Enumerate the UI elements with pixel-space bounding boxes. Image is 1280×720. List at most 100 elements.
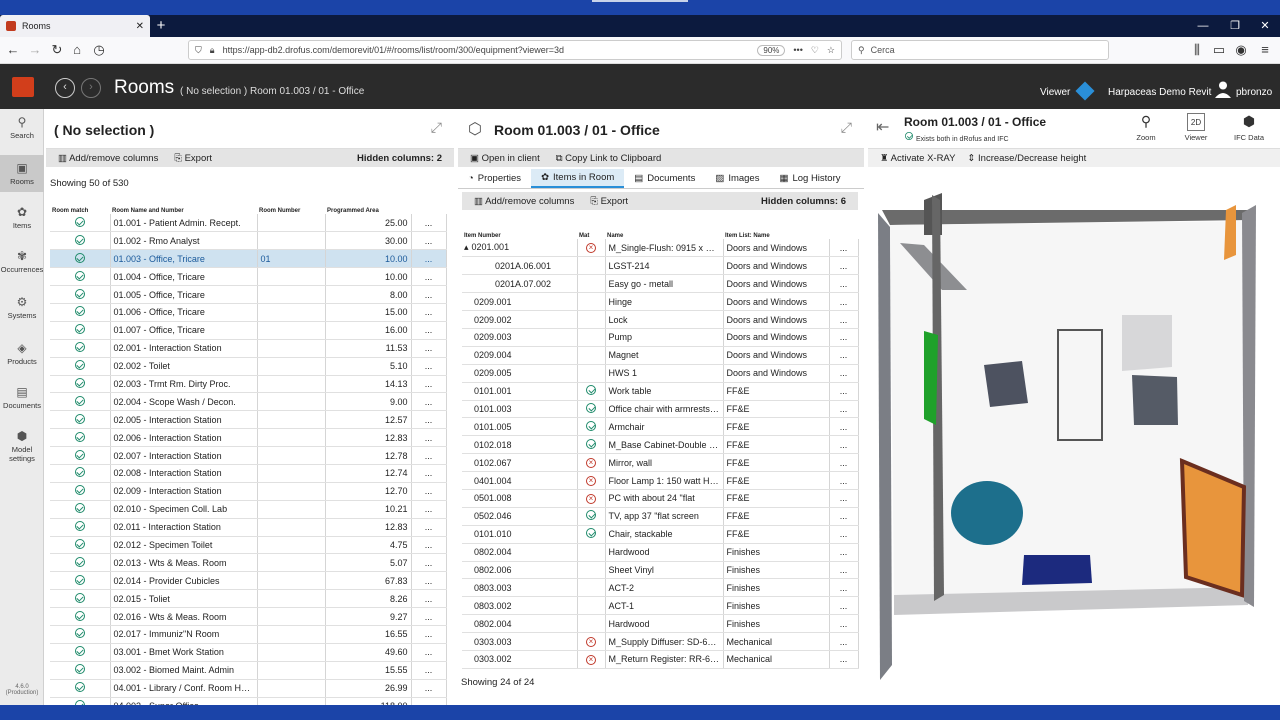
table-row[interactable]: 0209.005 HWS 1 Doors and Windows... xyxy=(462,364,859,383)
item-number-cell[interactable]: 0209.005 xyxy=(462,364,578,383)
table-row[interactable]: 01.002 - Rmo Analyst 30.00... xyxy=(50,231,447,251)
table-row[interactable]: 0802.006 Sheet Vinyl Finishes... xyxy=(462,561,859,580)
viewer-label[interactable]: Viewer xyxy=(1040,87,1070,98)
sidebar-item-occurrences[interactable]: ✾ Occurrences xyxy=(0,249,44,274)
row-more-button[interactable]: ... xyxy=(411,553,447,573)
table-row[interactable]: 04.002 - Super Office 118.00... xyxy=(50,697,447,705)
room-number-cell[interactable] xyxy=(257,625,326,644)
sidebar-item-items[interactable]: ✿ Items xyxy=(0,205,44,230)
row-more-button[interactable]: ... xyxy=(411,571,447,591)
item-name-cell[interactable]: Floor Lamp 1: 150 watt Hal... xyxy=(605,471,724,490)
programmed-area-cell[interactable]: 30.00 xyxy=(325,231,412,251)
item-list-cell[interactable]: Doors and Windows xyxy=(723,310,830,329)
row-more-button[interactable]: ... xyxy=(829,453,859,473)
item-name-cell[interactable]: M_Supply Diffuser: SD-600... xyxy=(605,632,724,651)
row-more-button[interactable]: ... xyxy=(411,589,447,609)
account-icon[interactable]: ◉ xyxy=(1232,41,1250,59)
room-number-cell[interactable] xyxy=(257,231,326,251)
item-name-cell[interactable]: Hardwood xyxy=(605,543,724,562)
room-name-cell[interactable]: 02.015 - Toliet xyxy=(110,589,258,609)
room-name-cell[interactable]: 01.004 - Office, Tricare xyxy=(110,267,258,287)
item-number-cell[interactable]: 0802.004 xyxy=(462,543,578,562)
maximize-icon[interactable]: ❐ xyxy=(1218,15,1252,37)
row-more-button[interactable]: ... xyxy=(411,267,447,287)
row-more-button[interactable]: ... xyxy=(829,543,859,562)
item-list-cell[interactable]: Doors and Windows xyxy=(723,364,830,383)
room-number-cell[interactable] xyxy=(257,482,326,501)
item-name-cell[interactable]: LGST-214 xyxy=(605,256,724,276)
row-more-button[interactable]: ... xyxy=(411,536,447,555)
browser-tab[interactable]: Rooms ✕ xyxy=(0,15,150,37)
item-list-cell[interactable]: FF&E xyxy=(723,382,830,401)
add-remove-columns-button[interactable]: ▥ Add/remove columns xyxy=(58,153,158,164)
open-in-client-button[interactable]: ▣ Open in client xyxy=(470,153,540,164)
programmed-area-cell[interactable]: 16.55 xyxy=(325,625,412,644)
table-row[interactable]: 0209.004 Magnet Doors and Windows... xyxy=(462,346,859,365)
table-row[interactable]: 01.004 - Office, Tricare 10.00... xyxy=(50,267,447,287)
room-name-cell[interactable]: 01.003 - Office, Tricare xyxy=(110,249,258,269)
room-name-cell[interactable]: 02.010 - Specimen Coll. Lab xyxy=(110,500,258,519)
row-more-button[interactable]: ... xyxy=(411,375,447,394)
row-more-button[interactable]: ... xyxy=(411,231,447,251)
collapse-caret-icon[interactable]: ▴ xyxy=(464,242,469,252)
table-row[interactable]: 02.010 - Specimen Coll. Lab 10.21... xyxy=(50,500,447,519)
room-number-cell[interactable] xyxy=(257,536,326,555)
row-more-button[interactable]: ... xyxy=(829,435,859,455)
item-number-cell[interactable]: 0209.001 xyxy=(462,292,578,312)
room-name-cell[interactable]: 02.006 - Interaction Station xyxy=(110,428,258,448)
table-row[interactable]: 02.006 - Interaction Station 12.83... xyxy=(50,428,447,448)
column-header-room-number[interactable]: Room Number xyxy=(257,201,325,214)
row-more-button[interactable]: ... xyxy=(829,471,859,490)
item-name-cell[interactable]: Work table xyxy=(605,382,724,401)
row-more-button[interactable]: ... xyxy=(829,614,859,634)
programmed-area-cell[interactable]: 8.00 xyxy=(325,285,412,304)
programmed-area-cell[interactable]: 25.00 xyxy=(325,214,412,233)
menu-icon[interactable]: ≡ xyxy=(1256,41,1274,59)
item-number-cell[interactable]: 0802.006 xyxy=(462,561,578,580)
programmed-area-cell[interactable]: 10.21 xyxy=(325,500,412,519)
table-row[interactable]: 02.013 - Wts & Meas. Room 5.07... xyxy=(50,553,447,573)
table-row[interactable]: 02.001 - Interaction Station 11.53... xyxy=(50,339,447,358)
item-list-cell[interactable]: Doors and Windows xyxy=(723,292,830,312)
column-header-name[interactable]: Name xyxy=(605,226,723,239)
item-number-cell[interactable]: 0303.003 xyxy=(462,632,578,651)
room-name-cell[interactable]: 02.012 - Specimen Toilet xyxy=(110,536,258,555)
home-icon[interactable]: ⌂ xyxy=(68,41,86,59)
row-more-button[interactable]: ... xyxy=(829,382,859,401)
item-number-cell[interactable]: 0101.001 xyxy=(462,382,578,401)
item-name-cell[interactable]: Mirror, wall xyxy=(605,453,724,473)
row-more-button[interactable]: ... xyxy=(829,632,859,651)
table-row[interactable]: 02.005 - Interaction Station 12.57... xyxy=(50,410,447,430)
table-row[interactable]: 0101.001 Work table FF&E... xyxy=(462,382,859,401)
programmed-area-cell[interactable]: 11.53 xyxy=(325,339,412,358)
row-more-button[interactable]: ... xyxy=(411,500,447,519)
table-row[interactable]: 03.002 - Biomed Maint. Admin 15.55... xyxy=(50,661,447,680)
item-number-cell[interactable]: 0803.003 xyxy=(462,578,578,598)
copy-link-button[interactable]: ⧉ Copy Link to Clipboard xyxy=(556,153,662,164)
room-number-cell[interactable]: 01 xyxy=(257,249,326,269)
item-number-cell[interactable]: 0502.046 xyxy=(462,507,578,526)
table-row[interactable]: 0401.004 × Floor Lamp 1: 150 watt Hal... FF… xyxy=(462,471,859,490)
item-list-cell[interactable]: FF&E xyxy=(723,489,830,508)
item-list-cell[interactable]: FF&E xyxy=(723,471,830,490)
history-icon[interactable]: ◷ xyxy=(90,41,108,59)
project-name[interactable]: Harpaceas Demo Revit xyxy=(1108,87,1211,98)
room-number-cell[interactable] xyxy=(257,267,326,287)
table-row[interactable]: 0501.008 × PC with about 24 "flat FF&E... xyxy=(462,489,859,508)
table-row[interactable]: 01.006 - Office, Tricare 15.00... xyxy=(50,303,447,322)
row-more-button[interactable]: ... xyxy=(411,285,447,304)
item-number-cell[interactable]: 0101.003 xyxy=(462,400,578,419)
room-name-cell[interactable]: 02.003 - Trmt Rm. Dirty Proc. xyxy=(110,375,258,394)
item-name-cell[interactable]: Office chair with armrests, ... xyxy=(605,400,724,419)
close-window-icon[interactable]: ✕ xyxy=(1248,15,1280,37)
room-number-cell[interactable] xyxy=(257,339,326,358)
table-row[interactable]: 02.014 - Provider Cubicles 67.83... xyxy=(50,571,447,591)
programmed-area-cell[interactable]: 26.99 xyxy=(325,679,412,698)
expand-icon[interactable]: ⤢ xyxy=(431,119,442,136)
room-name-cell[interactable]: 02.017 - Immuniz"N Room xyxy=(110,625,258,644)
item-number-cell[interactable]: 0303.002 xyxy=(462,650,578,669)
item-list-cell[interactable]: FF&E xyxy=(723,525,830,544)
item-number-cell[interactable]: 0802.004 xyxy=(462,614,578,634)
table-row[interactable]: 02.007 - Interaction Station 12.78... xyxy=(50,446,447,465)
room-name-cell[interactable]: 02.014 - Provider Cubicles xyxy=(110,571,258,591)
